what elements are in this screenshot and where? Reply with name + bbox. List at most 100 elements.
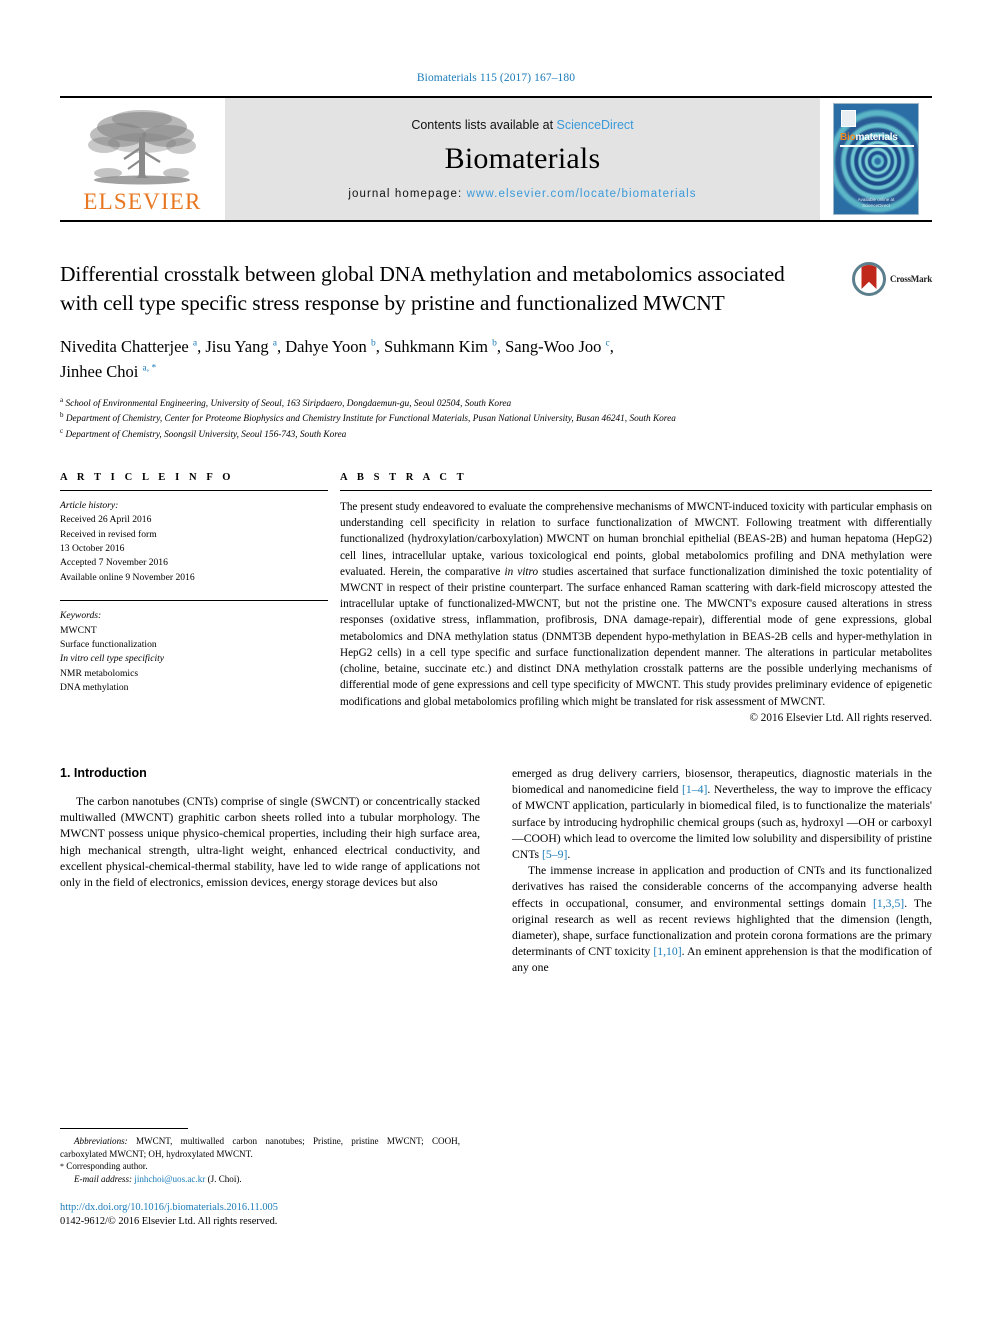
article-info-rule-top — [60, 489, 328, 491]
history-item: Received 26 April 2016 — [60, 514, 152, 526]
body-column-right: emerged as drug delivery carriers, biose… — [512, 766, 932, 977]
citation-link[interactable]: [1–4] — [682, 783, 707, 796]
footnote-block: Abbreviations: MWCNT, multiwalled carbon… — [60, 1128, 460, 1229]
cover-title-rest: materials — [855, 132, 898, 143]
author-name: Suhkmann Kim — [383, 337, 488, 357]
intro-paragraph-right-2: The immense increase in application and … — [512, 863, 932, 976]
journal-cover-holder: Biomaterials Available online at Science… — [820, 98, 932, 220]
journal-title: Biomaterials — [444, 142, 601, 175]
citation-link[interactable]: [1,10] — [653, 945, 681, 958]
article-history-label: Article history: — [60, 499, 119, 511]
email-link[interactable]: jinhchoi@uos.ac.kr — [134, 1174, 205, 1184]
article-info-column: A R T I C L E I N F O Article history: R… — [60, 472, 328, 724]
keyword-item-italic: In vitro cell type specificity — [60, 653, 165, 665]
cover-society-badge-icon — [841, 110, 856, 127]
affiliation-text: Department of Chemistry, Center for Prot… — [65, 414, 676, 425]
article-history-block: Article history: Received 26 April 2016 … — [60, 499, 328, 585]
contents-available-line: Contents lists available at ScienceDirec… — [411, 118, 633, 132]
affiliation-mark: a — [60, 396, 64, 404]
author-affil-mark: b — [370, 338, 376, 349]
history-item: Received in revised form — [60, 528, 157, 540]
author: Jinhee Choi a, * — [60, 362, 156, 381]
journal-cover-thumbnail: Biomaterials Available online at Science… — [833, 103, 919, 215]
author-list: Nivedita Chatterjee a, Jisu Yang a, Dahy… — [60, 337, 614, 381]
cover-footer: Available online at ScienceDirect — [834, 197, 918, 209]
affiliation-text: Department of Chemistry, Soongsil Univer… — [65, 429, 347, 440]
section-heading-introduction: 1. Introduction — [60, 765, 147, 780]
history-item: Accepted 7 November 2016 — [60, 557, 168, 569]
abstract-part-2: studies ascertained that surface functio… — [340, 565, 932, 708]
publisher-logo: ELSEVIER — [60, 98, 225, 220]
elsevier-wordmark: ELSEVIER — [83, 189, 202, 214]
doi-link[interactable]: http://dx.doi.org/10.1016/j.biomaterials… — [60, 1201, 460, 1215]
abstract-text: The present study endeavored to evaluate… — [340, 499, 932, 710]
author-affil-mark: c — [605, 338, 610, 349]
author-name: Nivedita Chatterjee — [60, 337, 189, 357]
email-suffix: (J. Choi). — [205, 1174, 242, 1185]
contents-prefix: Contents lists available at — [411, 118, 557, 132]
author-affil-mark: a — [272, 338, 277, 349]
article-info-rule-mid — [60, 600, 328, 602]
homepage-link[interactable]: www.elsevier.com/locate/biomaterials — [467, 188, 697, 200]
elsevier-tree-icon — [87, 110, 196, 185]
author-affil-mark: b — [492, 338, 497, 349]
author-affil-mark: a — [192, 338, 198, 349]
info-abstract-row: A R T I C L E I N F O Article history: R… — [60, 472, 932, 724]
body-column-left: 1. Introduction The carbon nanotubes (CN… — [60, 766, 480, 977]
keyword-item: NMR metabolomics — [60, 667, 139, 679]
abbreviations-label: Abbreviations: — [74, 1136, 128, 1146]
author: Suhkmann Kim b — [384, 337, 497, 356]
abstract-heading: A B S T R A C T — [340, 471, 468, 483]
body-columns: 1. Introduction The carbon nanotubes (CN… — [60, 766, 932, 977]
keyword-item: DNA methylation — [60, 682, 129, 694]
author: Nivedita Chatterjee a — [60, 337, 197, 356]
author-name: Jisu Yang — [205, 337, 269, 357]
affiliation-list: a School of Environmental Engineering, U… — [60, 396, 932, 442]
title-block: CrossMark Differential crosstalk between… — [60, 260, 932, 442]
abstract-column: A B S T R A C T The present study endeav… — [328, 472, 932, 724]
author-affil-mark[interactable]: a, * — [143, 363, 157, 373]
cover-footer-line2: ScienceDirect — [862, 202, 890, 208]
affiliation: c Department of Chemistry, Soongsil Univ… — [60, 427, 932, 442]
citation-link[interactable]: [5–9] — [542, 848, 567, 861]
abstract-copyright: © 2016 Elsevier Ltd. All rights reserved… — [749, 711, 933, 724]
affiliation: b Department of Chemistry, Center for Pr… — [60, 411, 932, 426]
sciencedirect-link[interactable]: ScienceDirect — [557, 118, 634, 132]
article-info-heading: A R T I C L E I N F O — [60, 471, 235, 483]
author: Jisu Yang a — [205, 337, 277, 356]
history-item: Available online 9 November 2016 — [60, 571, 195, 583]
keyword-item: Surface functionalization — [60, 638, 157, 650]
intro-paragraph-right-1: emerged as drug delivery carriers, biose… — [512, 766, 932, 863]
keywords-block: Keywords: MWCNT Surface functionalizatio… — [60, 609, 328, 695]
footnote-corresponding-author: * Corresponding author. — [60, 1160, 460, 1173]
affiliation-text: School of Environmental Engineering, Uni… — [65, 399, 512, 410]
affiliation: a School of Environmental Engineering, U… — [60, 396, 932, 411]
corresponding-author-text: Corresponding author. — [64, 1161, 148, 1172]
keywords-label: Keywords: — [60, 610, 102, 622]
abstract-italic-in-vitro: in vitro — [504, 565, 539, 578]
intro-r2-a: The immense increase in application and … — [512, 864, 932, 910]
doi-block: http://dx.doi.org/10.1016/j.biomaterials… — [60, 1201, 460, 1229]
crossmark-label: CrossMark — [889, 274, 932, 284]
cover-title: Biomaterials — [840, 132, 898, 143]
intro-r1-c: . — [567, 847, 571, 861]
crossmark-badge[interactable]: CrossMark — [851, 262, 932, 296]
author-name: Jinhee Choi — [60, 361, 139, 381]
paper-page: Biomaterials 115 (2017) 167–180 ELSEVIER… — [0, 0, 992, 1323]
keyword-item: In vitro cell type specificity — [60, 652, 328, 666]
footnote-email: E-mail address: jinhchoi@uos.ac.kr (J. C… — [60, 1173, 460, 1186]
journal-homepage-line: journal homepage: www.elsevier.com/locat… — [348, 188, 696, 200]
intro-paragraph-left: The carbon nanotubes (CNTs) comprise of … — [60, 794, 480, 889]
footnote-rule — [60, 1128, 188, 1129]
abstract-rule — [340, 489, 932, 491]
page-title: Differential crosstalk between global DN… — [60, 262, 785, 315]
cover-divider — [840, 145, 914, 147]
citation-link[interactable]: [1,3,5] — [873, 897, 904, 910]
footnote-abbreviations: Abbreviations: MWCNT, multiwalled carbon… — [60, 1135, 460, 1160]
journal-banner: ELSEVIER Contents lists available at Sci… — [60, 96, 932, 222]
cover-title-first: Bio — [840, 132, 856, 143]
history-item: 13 October 2016 — [60, 543, 125, 555]
email-label: E-mail address: — [74, 1174, 133, 1185]
author: Dahye Yoon b — [285, 337, 375, 356]
